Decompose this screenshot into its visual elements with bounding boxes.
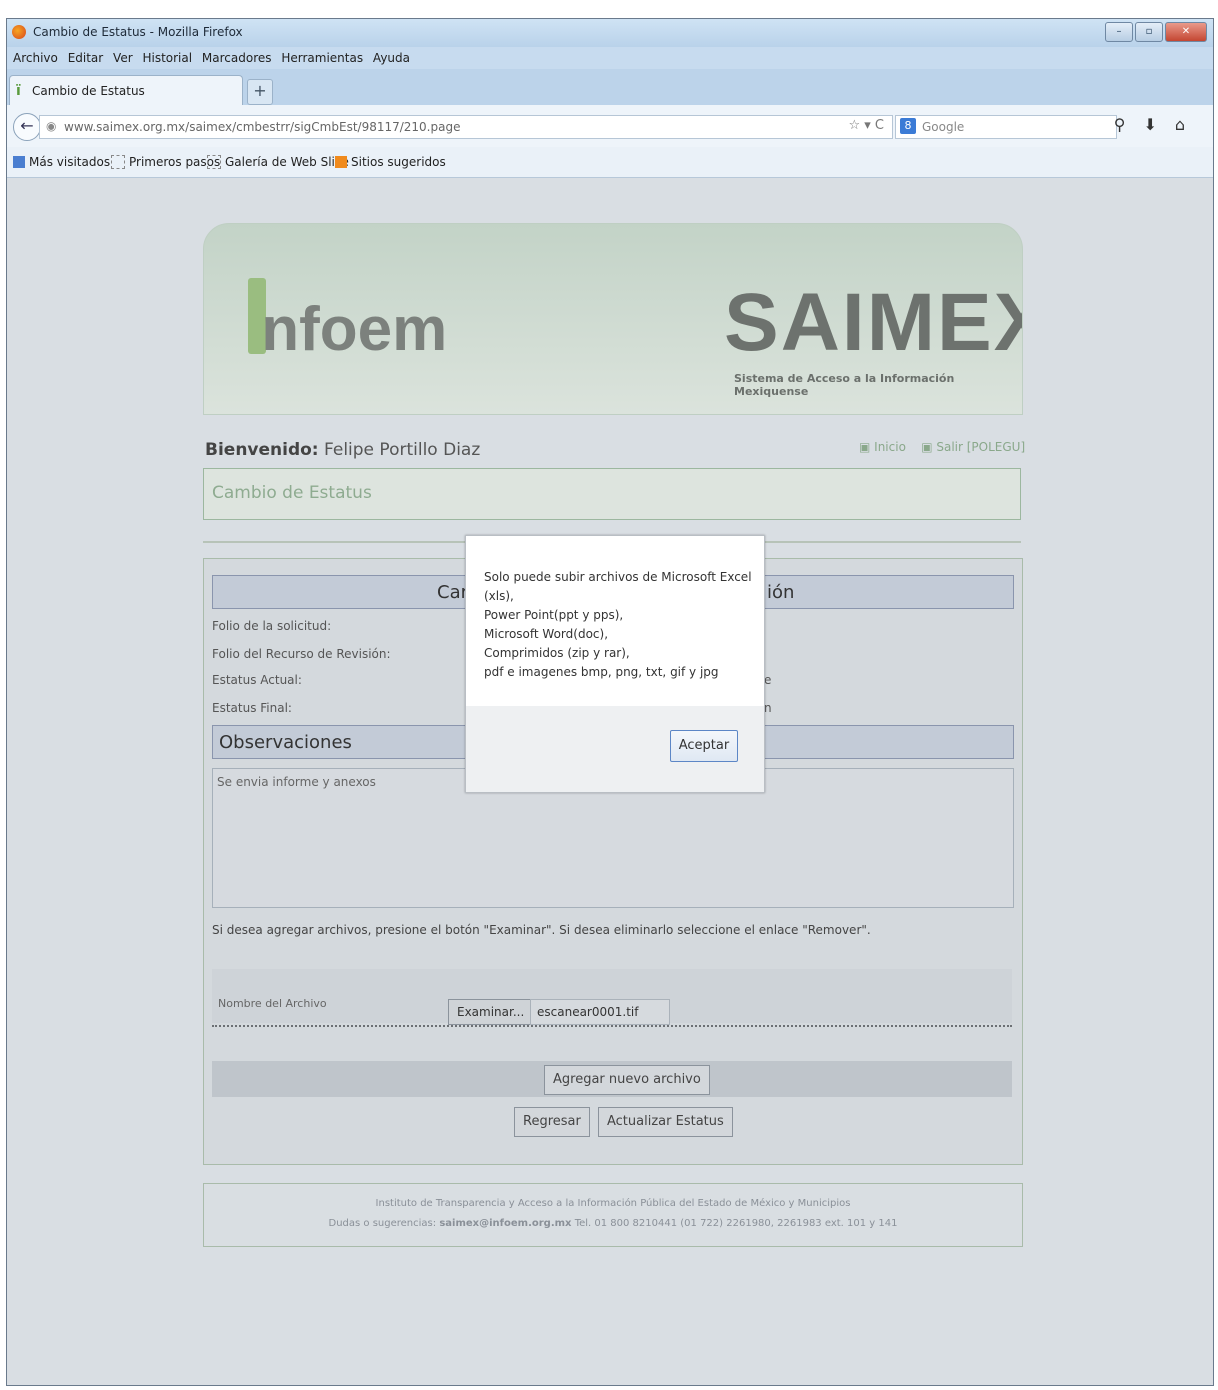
inicio-label: Inicio: [874, 440, 906, 454]
search-box[interactable]: 8 Google: [895, 115, 1117, 139]
infoem-favicon-icon: ï: [16, 83, 21, 99]
examinar-button[interactable]: Examinar...: [448, 999, 534, 1025]
toolbar-icons: ⚲⬇⌂: [1114, 115, 1203, 134]
back-button[interactable]: ←: [13, 113, 41, 141]
home-icon[interactable]: ⌂: [1175, 115, 1203, 134]
footer-line-1: Instituto de Transparencia y Acceso a la…: [375, 1198, 851, 1209]
footer-email-link[interactable]: saimex@infoem.org.mx: [439, 1218, 571, 1229]
top-links: ▣ Inicio ▣ Salir [POLEGU]: [859, 440, 1025, 454]
dialog-message: Solo puede subir archivos de Microsoft E…: [484, 568, 764, 682]
bookmark-label: Más visitados: [29, 155, 111, 169]
page-title-box: Cambio de Estatus: [203, 468, 1021, 520]
menu-ayuda[interactable]: Ayuda: [373, 51, 410, 65]
footer-phone: Tel. 01 800 8210441 (01 722) 2261980, 22…: [574, 1218, 898, 1229]
page-content: infoem SAIMEX Sistema de Acceso a la Inf…: [7, 178, 1213, 1385]
menu-bar: Archivo Editar Ver Historial Marcadores …: [7, 47, 1213, 69]
menu-marcadores[interactable]: Marcadores: [202, 51, 272, 65]
bookmark-star-icon[interactable]: ☆ ▾ C: [848, 118, 884, 133]
minimize-button[interactable]: –: [1105, 22, 1133, 42]
bookmark-icon: [13, 156, 25, 168]
page-title: Cambio de Estatus: [212, 483, 372, 503]
saimex-subtitle: Sistema de Acceso a la Información Mexiq…: [734, 372, 955, 398]
window-controls: – ▫ ✕: [1105, 22, 1207, 42]
firefox-icon: [12, 25, 26, 39]
salir-link[interactable]: ▣ Salir [POLEGU]: [921, 440, 1025, 454]
site-header: infoem SAIMEX Sistema de Acceso a la Inf…: [203, 223, 1023, 415]
tab-label: Cambio de Estatus: [32, 84, 145, 98]
field-label: Folio del Recurso de Revisión:: [212, 647, 391, 661]
section-title-left: Car: [437, 582, 468, 603]
inicio-link[interactable]: ▣ Inicio: [859, 440, 906, 454]
tab-cambio-estatus[interactable]: ï Cambio de Estatus: [9, 75, 243, 106]
menu-herramientas[interactable]: Herramientas: [281, 51, 363, 65]
footer-line-2: Dudas o sugerencias: saimex@infoem.org.m…: [204, 1218, 1022, 1229]
file-name-field[interactable]: escanear0001.tif: [530, 999, 670, 1025]
bookmark-label: Sitios sugeridos: [351, 155, 446, 169]
menu-editar[interactable]: Editar: [68, 51, 104, 65]
search-placeholder: Google: [922, 120, 965, 134]
add-file-button[interactable]: Agregar nuevo archivo: [544, 1065, 710, 1095]
menu-ver[interactable]: Ver: [113, 51, 133, 65]
dialog-line: Power Point(ppt y pps),: [484, 608, 624, 622]
aceptar-button[interactable]: Aceptar: [670, 730, 738, 762]
new-tab-button[interactable]: +: [247, 79, 273, 105]
menu-historial[interactable]: Historial: [142, 51, 192, 65]
file-label: Nombre del Archivo: [218, 997, 327, 1010]
infoem-logo-text: nfoem: [261, 295, 448, 364]
dialog-line: Microsoft Word(doc),: [484, 627, 609, 641]
maximize-button[interactable]: ▫: [1135, 22, 1163, 42]
alert-dialog: Solo puede subir archivos de Microsoft E…: [465, 535, 765, 793]
title-bar: Cambio de Estatus - Mozilla Firefox – ▫ …: [7, 19, 1213, 47]
infoem-logo: infoem: [244, 294, 447, 365]
close-button[interactable]: ✕: [1165, 22, 1207, 42]
welcome-prefix: Bienvenido:: [205, 440, 319, 460]
feed-icon: [335, 156, 347, 168]
bookmark-sitios-sugeridos[interactable]: Sitios sugeridos: [335, 155, 446, 169]
field-label: Estatus Final:: [212, 701, 292, 715]
bookmark-label: Galería de Web Slice: [225, 155, 349, 169]
footer: Instituto de Transparencia y Acceso a la…: [203, 1183, 1023, 1247]
field-label: Folio de la solicitud:: [212, 619, 332, 633]
upload-hint: Si desea agregar archivos, presione el b…: [212, 923, 871, 937]
bookmark-primeros-pasos[interactable]: Primeros pasos: [111, 155, 220, 169]
menu-archivo[interactable]: Archivo: [13, 51, 58, 65]
search-icon[interactable]: ⚲: [1114, 115, 1144, 134]
url-bar[interactable]: ◉ www.saimex.org.mx/saimex/cmbestrr/sigC…: [39, 115, 893, 139]
browser-window: Cambio de Estatus - Mozilla Firefox – ▫ …: [6, 18, 1214, 1386]
field-value: e: [764, 673, 772, 687]
google-icon: 8: [900, 118, 916, 134]
url-text: www.saimex.org.mx/saimex/cmbestrr/sigCmb…: [64, 120, 461, 134]
dialog-line: Comprimidos (zip y rar),: [484, 646, 630, 660]
add-file-bar: Agregar nuevo archivo: [212, 1061, 1012, 1097]
observaciones-title: Observaciones: [219, 732, 352, 753]
section-title-right: ión: [767, 582, 795, 603]
tab-bar: ï Cambio de Estatus +: [7, 69, 1213, 106]
user-name: Felipe Portillo Diaz: [324, 440, 481, 460]
field-label: Estatus Actual:: [212, 673, 302, 687]
dialog-line: Solo puede subir archivos de Microsoft E…: [484, 570, 752, 603]
welcome-text: Bienvenido: Felipe Portillo Diaz: [205, 440, 480, 460]
field-value: n: [764, 701, 772, 715]
bookmarks-bar: Más visitados Primeros pasos Galería de …: [7, 147, 1213, 178]
page-icon: [111, 155, 125, 169]
dotted-divider: [212, 1025, 1012, 1027]
footer-prefix: Dudas o sugerencias:: [328, 1218, 437, 1229]
nav-bar: ← ◉ www.saimex.org.mx/saimex/cmbestrr/si…: [7, 105, 1213, 148]
globe-icon: ◉: [46, 119, 57, 133]
salir-label: Salir [POLEGU]: [936, 440, 1026, 454]
download-icon[interactable]: ⬇: [1143, 115, 1174, 134]
dialog-line: pdf e imagenes bmp, png, txt, gif y jpg: [484, 665, 719, 679]
window-title: Cambio de Estatus - Mozilla Firefox: [33, 25, 243, 39]
regresar-button[interactable]: Regresar: [514, 1107, 590, 1137]
bookmark-web-slice[interactable]: Galería de Web Slice: [207, 155, 349, 169]
actualizar-estatus-button[interactable]: Actualizar Estatus: [598, 1107, 733, 1137]
file-row: Nombre del Archivo Examinar... escanear0…: [212, 969, 1012, 1025]
bookmark-mas-visitados[interactable]: Más visitados: [13, 155, 110, 169]
page-icon: [207, 155, 221, 169]
saimex-logo: SAIMEX: [724, 277, 1023, 368]
